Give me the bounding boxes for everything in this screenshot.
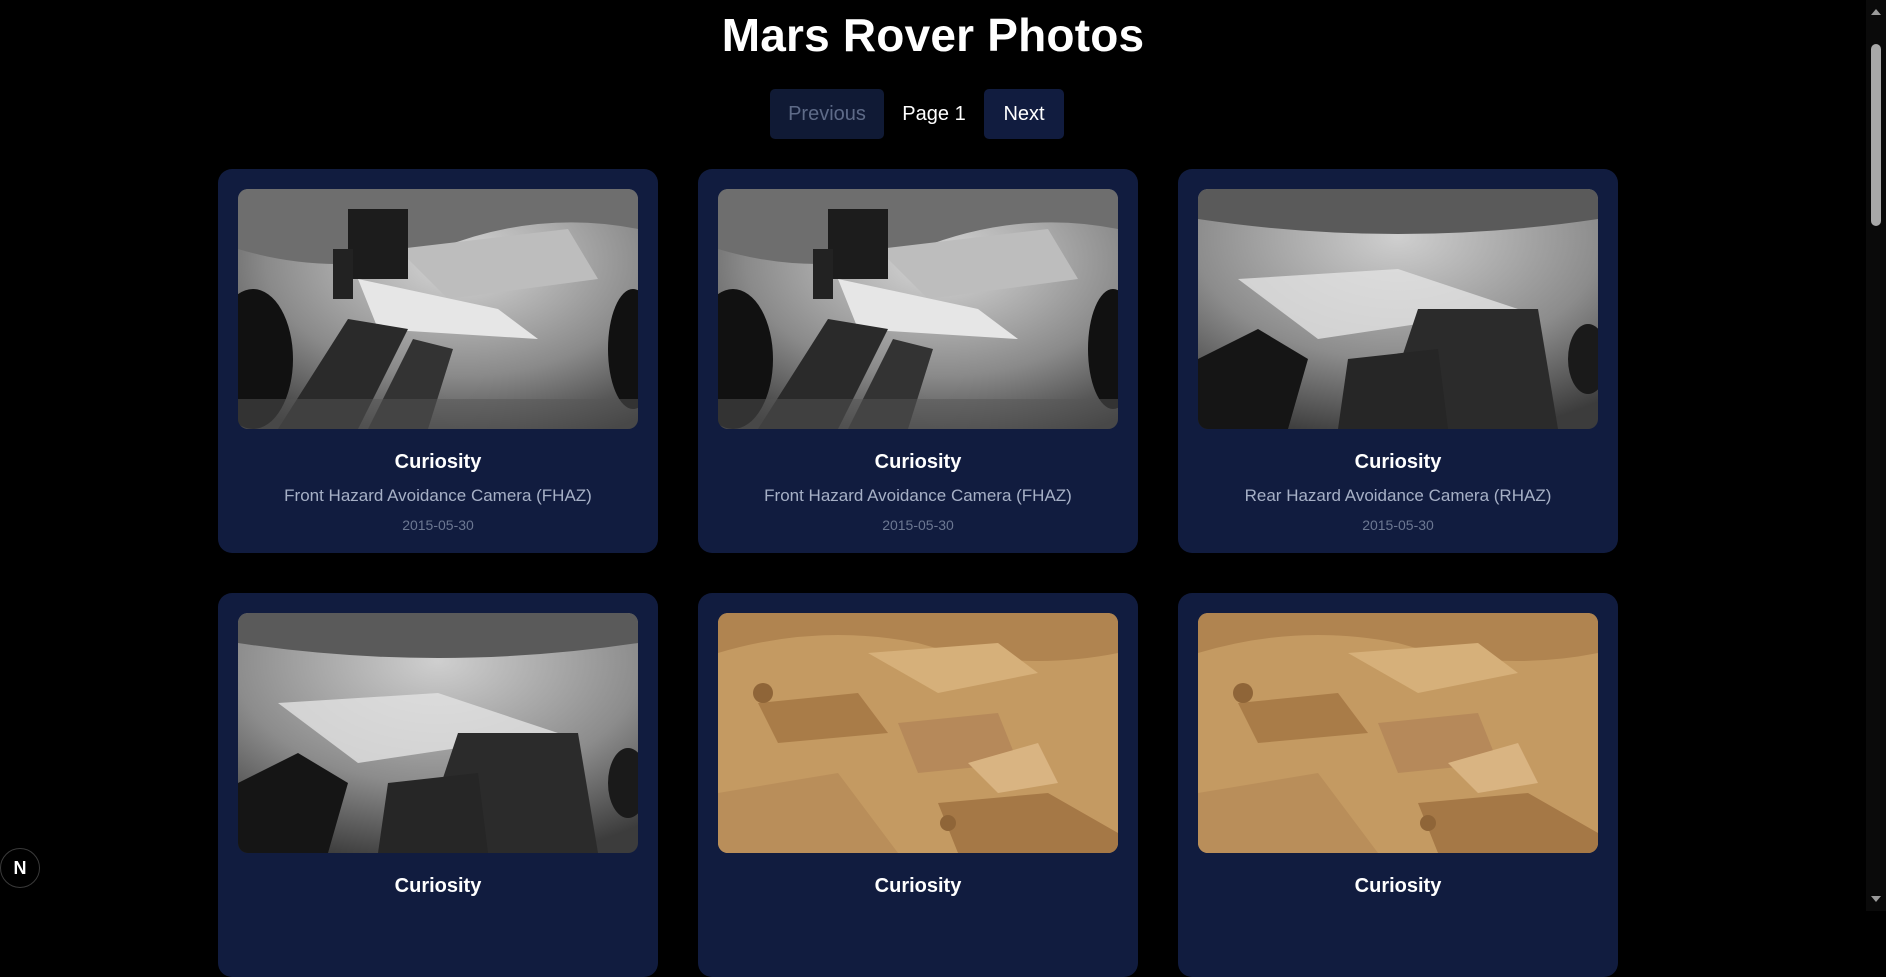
pagination: Previous Page 1 Next	[770, 89, 1064, 139]
page-indicator: Page 1	[902, 102, 966, 125]
scroll-down-arrow-icon[interactable]	[1871, 896, 1881, 902]
photo-card[interactable]: Curiosity	[1178, 593, 1618, 977]
rover-name: Curiosity	[874, 875, 962, 897]
photo-card[interactable]: Curiosity Front Hazard Avoidance Camera …	[218, 169, 658, 553]
rover-name: Curiosity	[394, 451, 482, 473]
camera-name: Front Hazard Avoidance Camera (FHAZ)	[764, 486, 1072, 505]
rover-photo	[718, 613, 1118, 853]
rover-photo	[718, 189, 1118, 429]
photo-card[interactable]: Curiosity Rear Hazard Avoidance Camera (…	[1178, 169, 1618, 553]
rover-name: Curiosity	[394, 875, 482, 897]
rover-name: Curiosity	[1354, 451, 1442, 473]
previous-button[interactable]: Previous	[770, 89, 884, 139]
next-button[interactable]: Next	[984, 89, 1064, 139]
photo-card[interactable]: Curiosity	[218, 593, 658, 977]
photo-grid: Curiosity Front Hazard Avoidance Camera …	[218, 169, 1618, 977]
earth-date: 2015-05-30	[402, 517, 474, 533]
camera-name: Front Hazard Avoidance Camera (FHAZ)	[284, 486, 592, 505]
rover-name: Curiosity	[874, 451, 962, 473]
rover-photo	[1198, 189, 1598, 429]
page-title: Mars Rover Photos	[721, 9, 1145, 61]
rover-photo	[1198, 613, 1598, 853]
scroll-up-arrow-icon[interactable]	[1871, 9, 1881, 15]
nextjs-badge-icon[interactable]: N	[0, 848, 40, 888]
earth-date: 2015-05-30	[1362, 517, 1434, 533]
rover-photo	[238, 613, 638, 853]
rover-name: Curiosity	[1354, 875, 1442, 897]
scrollbar-thumb[interactable]	[1871, 44, 1881, 226]
rover-photo	[238, 189, 638, 429]
scrollbar[interactable]	[1866, 0, 1886, 911]
photo-card[interactable]: Curiosity	[698, 593, 1138, 977]
earth-date: 2015-05-30	[882, 517, 954, 533]
photo-card[interactable]: Curiosity Front Hazard Avoidance Camera …	[698, 169, 1138, 553]
camera-name: Rear Hazard Avoidance Camera (RHAZ)	[1244, 486, 1552, 505]
